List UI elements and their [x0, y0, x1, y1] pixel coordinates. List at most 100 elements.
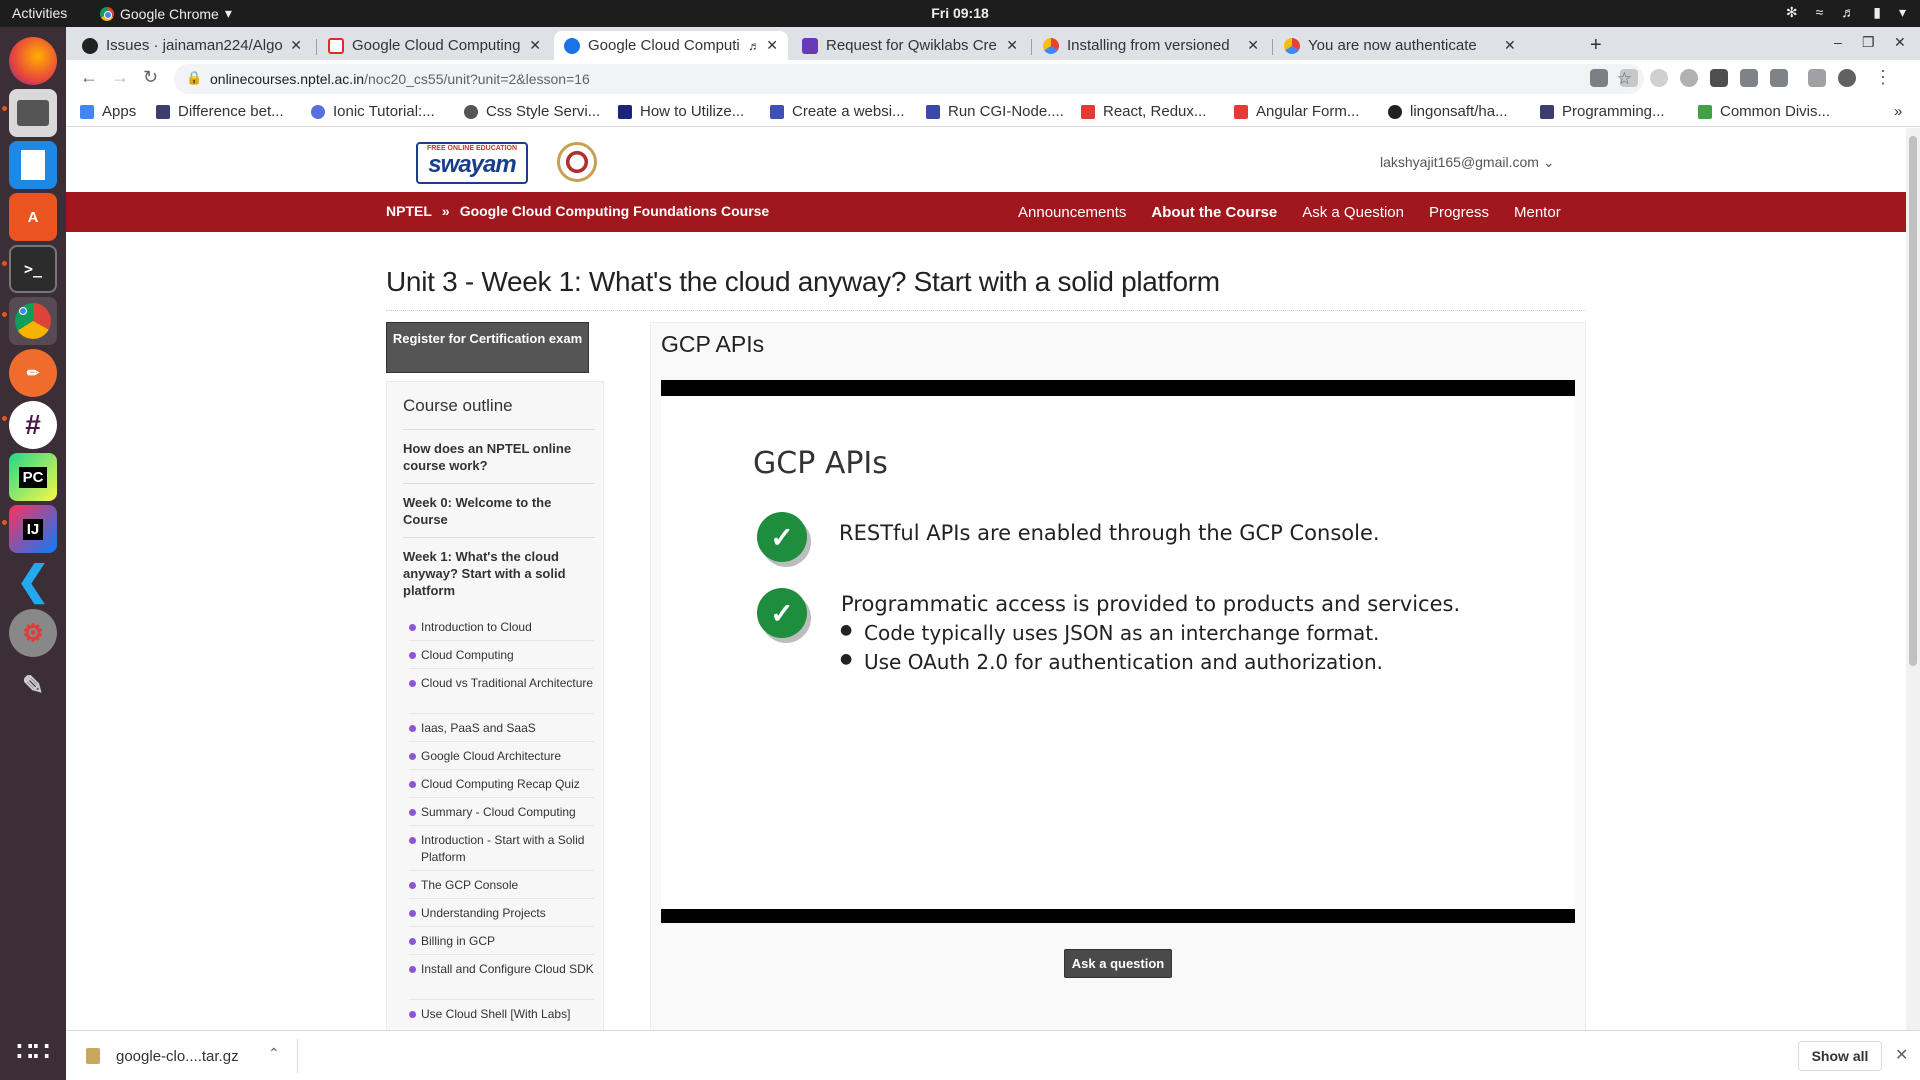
tab-authenticated[interactable]: You are now authenticate ✕	[1274, 31, 1576, 60]
avatar[interactable]	[1838, 69, 1856, 87]
postman-icon[interactable]: ✏	[9, 349, 57, 397]
pycharm-icon[interactable]: PC	[9, 453, 57, 501]
firefox-icon[interactable]	[9, 37, 57, 85]
tab-github-issues[interactable]: Issues · jainaman224/Algo ✕	[72, 31, 312, 60]
lock-icon[interactable]: 🔒	[186, 70, 202, 86]
minimize-icon[interactable]: –	[1834, 34, 1842, 50]
bookmark-item[interactable]: Apps	[80, 103, 136, 120]
files-icon[interactable]	[9, 89, 57, 137]
show-apps-grid-icon[interactable]: ∷∷	[9, 1027, 57, 1075]
video-player[interactable]: GCP APIs ✓ RESTful APIs are enabled thro…	[661, 380, 1575, 923]
outline-lesson-item[interactable]: Install and Configure Cloud SDK	[409, 961, 594, 978]
nav-about-course[interactable]: About the Course	[1151, 204, 1277, 221]
outline-lesson-item[interactable]: Billing in GCP	[409, 933, 594, 950]
close-tab-icon[interactable]: ✕	[290, 37, 302, 54]
outline-lesson-item[interactable]: Introduction to Cloud	[409, 619, 594, 636]
breadcrumb-course[interactable]: Google Cloud Computing Foundations Cours…	[460, 203, 770, 219]
nav-announcements[interactable]: Announcements	[1018, 204, 1126, 221]
outline-lesson-item[interactable]: Cloud vs Traditional Architecture	[409, 675, 594, 692]
reload-icon[interactable]: ↻	[143, 67, 158, 88]
outline-lesson-item[interactable]: Cloud Computing Recap Quiz	[409, 776, 594, 793]
chrome-dock-icon[interactable]	[9, 297, 57, 345]
outline-lesson-item[interactable]: Use Cloud Shell [With Labs]	[409, 1006, 594, 1023]
bookmark-item[interactable]: Run CGI-Node....	[926, 103, 1064, 120]
clock[interactable]: Fri 09:18	[0, 5, 1920, 21]
outline-week-item[interactable]: Week 1: What's the cloud anyway? Start w…	[403, 548, 593, 599]
close-tab-icon[interactable]: ✕	[766, 37, 778, 54]
terminal-icon[interactable]: >_	[9, 245, 57, 293]
outline-lesson-item[interactable]: The GCP Console	[409, 877, 594, 894]
swayam-logo[interactable]: FREE ONLINE EDUCATION swayam	[416, 142, 528, 184]
bookmark-item[interactable]: Angular Form...	[1234, 103, 1359, 120]
outline-lesson-item[interactable]: Cloud Computing	[409, 647, 594, 664]
close-tab-icon[interactable]: ✕	[529, 37, 541, 54]
color-picker-extension-icon[interactable]	[1770, 69, 1788, 87]
slack-icon[interactable]: #	[9, 401, 57, 449]
intellij-icon[interactable]: IJ	[9, 505, 57, 553]
nav-mentor[interactable]: Mentor	[1514, 204, 1561, 221]
scrollbar-thumb[interactable]	[1909, 136, 1917, 666]
outline-lesson-item[interactable]: Iaas, PaaS and SaaS	[409, 720, 594, 737]
extension-icon[interactable]	[1650, 69, 1668, 87]
screenshot-extension-icon[interactable]	[1590, 69, 1608, 87]
bookmark-item[interactable]: How to Utilize...	[618, 103, 744, 120]
forward-arrow-icon[interactable]: →	[111, 67, 129, 88]
outline-lesson-item[interactable]: Summary - Cloud Computing	[409, 804, 594, 821]
new-tab-button[interactable]: +	[1590, 34, 1602, 57]
extension-icon[interactable]	[1710, 69, 1728, 87]
software-center-icon[interactable]: A	[9, 193, 57, 241]
show-all-button[interactable]: Show all	[1798, 1041, 1882, 1071]
volume-icon: ♬	[1841, 4, 1856, 20]
document-viewer-icon[interactable]	[9, 141, 57, 189]
bookmark-item[interactable]: Css Style Servi...	[464, 103, 600, 120]
extension-icon[interactable]	[1680, 69, 1698, 87]
outline-week-item[interactable]: How does an NPTEL online course work?	[403, 440, 593, 474]
user-menu[interactable]: lakshyajit165@gmail.com ⌄	[1380, 154, 1555, 171]
outline-lesson-item[interactable]: Introduction - Start with a Solid Platfo…	[409, 832, 594, 866]
address-bar[interactable]: 🔒 onlinecourses.nptel.ac.in/noc20_cs55/u…	[174, 64, 1644, 94]
audio-playing-icon[interactable]: ♬	[748, 39, 760, 53]
close-tab-icon[interactable]: ✕	[1247, 37, 1259, 54]
back-arrow-icon[interactable]: ←	[80, 67, 98, 88]
page-scrollbar[interactable]	[1906, 128, 1920, 1030]
kebab-menu-icon[interactable]: ⋮	[1874, 67, 1892, 88]
tab-qwiklabs-form[interactable]: Request for Qwiklabs Cre ✕	[792, 31, 1028, 60]
nav-ask-question[interactable]: Ask a Question	[1302, 204, 1404, 221]
close-tab-icon[interactable]: ✕	[1006, 37, 1018, 54]
download-shelf: google-clo....tar.gz ⌃ Show all ✕	[66, 1030, 1920, 1080]
register-certification-button[interactable]: Register for Certification exam	[386, 322, 589, 373]
close-icon[interactable]: ✕	[1895, 1045, 1908, 1065]
bookmark-item[interactable]: lingonsaft/ha...	[1388, 103, 1508, 120]
more-bookmarks-icon[interactable]: »	[1894, 103, 1902, 120]
gimp-icon[interactable]: ✎	[9, 661, 57, 709]
chevron-up-icon[interactable]: ⌃	[268, 1045, 280, 1062]
outline-week-item[interactable]: Week 0: Welcome to the Course	[403, 494, 593, 528]
bookmark-favicon-icon	[618, 104, 632, 119]
download-item[interactable]: google-clo....tar.gz	[116, 1048, 239, 1065]
system-tray[interactable]: ✻ ≈ ♬ ▮ ▾	[1786, 4, 1906, 21]
tab-gmail[interactable]: Google Cloud Computing ✕	[318, 31, 551, 60]
bookmark-item[interactable]: Common Divis...	[1698, 103, 1830, 120]
extension-icon[interactable]	[1740, 69, 1758, 87]
tab-installing-versioned[interactable]: Installing from versioned ✕	[1033, 31, 1269, 60]
restore-icon[interactable]: ❐	[1862, 34, 1875, 51]
bookmark-item[interactable]: Difference bet...	[156, 103, 284, 120]
bookmark-item[interactable]: Programming...	[1540, 103, 1665, 120]
close-tab-icon[interactable]: ✕	[1504, 37, 1516, 54]
bookmark-favicon-icon	[926, 104, 940, 119]
bookmark-item[interactable]: Ionic Tutorial:...	[311, 103, 435, 120]
outline-lesson-item[interactable]: Google Cloud Architecture	[409, 748, 594, 765]
tab-nptel-active[interactable]: Google Cloud Computi ♬ ✕	[554, 31, 788, 60]
bookmark-item[interactable]: React, Redux...	[1081, 103, 1206, 120]
bookmark-item[interactable]: Create a websi...	[770, 103, 905, 120]
ask-question-button[interactable]: Ask a question	[1064, 949, 1172, 978]
outline-lesson-item[interactable]: Understanding Projects	[409, 905, 594, 922]
close-window-icon[interactable]: ✕	[1894, 34, 1906, 51]
media-controls-icon[interactable]	[1808, 69, 1826, 87]
bookmark-favicon-icon	[464, 104, 478, 119]
extension-icon[interactable]	[1620, 69, 1638, 87]
breadcrumb-nptel[interactable]: NPTEL	[386, 203, 432, 219]
nav-progress[interactable]: Progress	[1429, 204, 1489, 221]
vscode-icon[interactable]: ❮	[9, 557, 57, 605]
settings-gear-icon[interactable]: ⚙	[9, 609, 57, 657]
